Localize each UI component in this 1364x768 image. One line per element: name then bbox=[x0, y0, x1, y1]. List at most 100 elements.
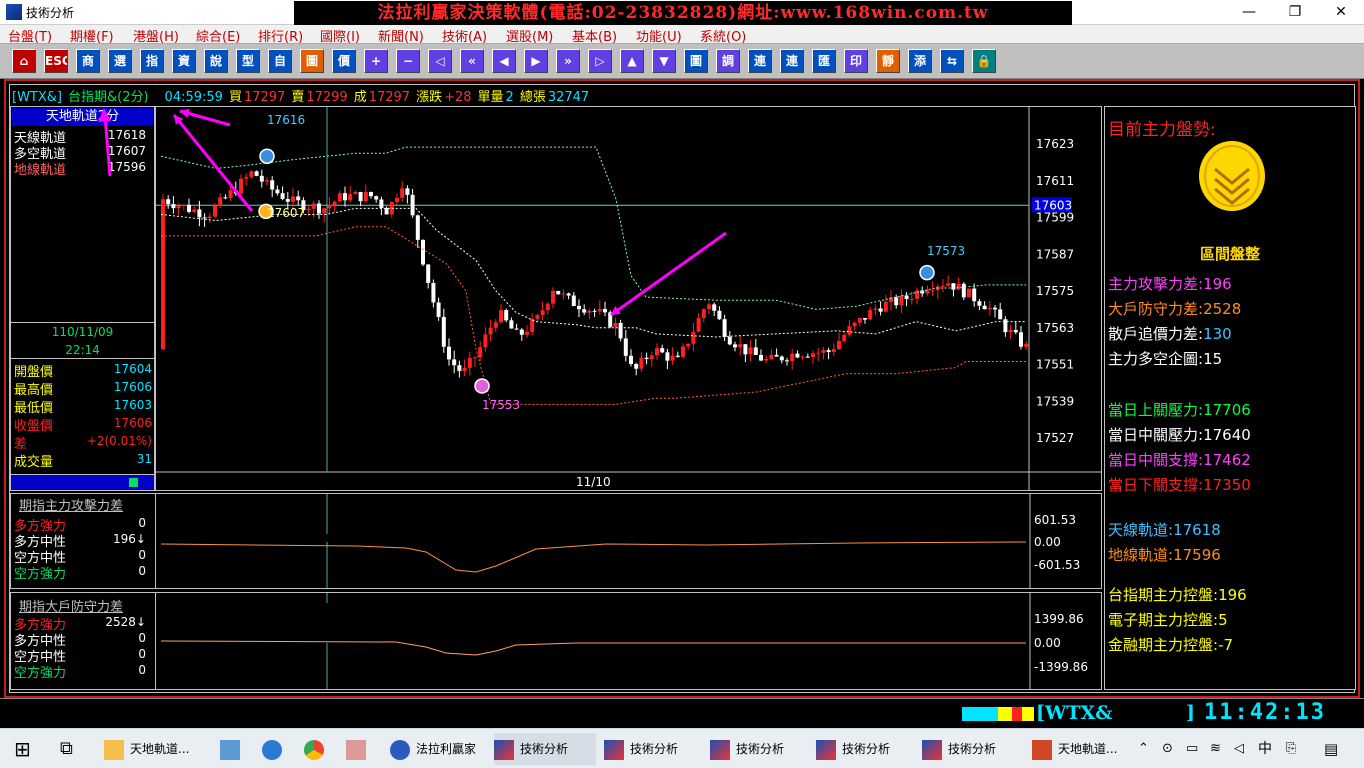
toolbar-button[interactable]: ▶ bbox=[524, 49, 548, 73]
taskbar-app-tech[interactable]: 技術分析 bbox=[604, 733, 704, 765]
taskbar-app-ppt[interactable]: 天地軌道... bbox=[1032, 733, 1132, 765]
taskbar-icon[interactable] bbox=[346, 733, 370, 765]
chevron-up-icon[interactable]: ⌃ bbox=[1138, 733, 1154, 765]
toolbar-button[interactable]: 匯 bbox=[812, 49, 836, 73]
ime-mode-icon[interactable]: ⎘ bbox=[1286, 733, 1304, 765]
toolbar-button[interactable]: ◀ bbox=[492, 49, 516, 73]
histogram-bar bbox=[637, 613, 640, 643]
taskbar-icon[interactable] bbox=[220, 733, 244, 765]
toolbar-button[interactable]: 添 bbox=[908, 49, 932, 73]
price-tick-label: 17527 bbox=[1036, 431, 1074, 445]
toolbar-button[interactable]: 靜 bbox=[876, 49, 900, 73]
menu-item[interactable]: 港盤(H) bbox=[133, 26, 179, 43]
minimize-button[interactable]: — bbox=[1226, 0, 1272, 24]
taskbar-app-tech[interactable]: 技術分析 bbox=[710, 733, 810, 765]
toolbar-button[interactable]: ▲ bbox=[620, 49, 644, 73]
histogram-bar bbox=[653, 611, 656, 643]
restore-button[interactable]: ❐ bbox=[1272, 0, 1318, 24]
toolbar-button[interactable]: 圖 bbox=[300, 49, 324, 73]
toolbar-button[interactable]: ▼ bbox=[652, 49, 676, 73]
menu-item[interactable]: 期權(F) bbox=[70, 26, 114, 43]
quote-label: 最高價 bbox=[14, 383, 54, 398]
histogram-bar bbox=[725, 542, 728, 573]
histogram-bar bbox=[769, 614, 772, 643]
battery-icon[interactable]: ▭ bbox=[1186, 733, 1202, 765]
histogram-bar bbox=[537, 542, 540, 574]
toolbar-button[interactable]: 🔒 bbox=[972, 49, 996, 73]
histogram-bar bbox=[793, 611, 796, 643]
histogram-bar bbox=[917, 613, 920, 643]
histogram-bar bbox=[657, 613, 660, 643]
menu-item[interactable]: 技術(A) bbox=[442, 26, 487, 43]
close-button[interactable]: ✕ bbox=[1318, 0, 1364, 24]
ad-banner: 法拉利贏家決策軟體(電話:02-23832828)網址:www.168win.c… bbox=[294, 1, 1072, 25]
taskbar-app-ferrari[interactable]: 法拉利贏家 bbox=[390, 733, 490, 765]
toolbar-button[interactable]: ▷ bbox=[588, 49, 612, 73]
toolbar-button[interactable]: 價 bbox=[332, 49, 356, 73]
histogram-bar bbox=[261, 603, 264, 643]
network-icon[interactable]: ⊙ bbox=[1162, 733, 1178, 765]
toolbar-button[interactable]: ESC bbox=[44, 49, 68, 73]
taskbar-icon[interactable] bbox=[262, 733, 286, 765]
taskbar-app-folder[interactable]: 天地軌道... bbox=[104, 733, 214, 765]
taskbar-app-tech[interactable]: 技術分析 bbox=[816, 733, 916, 765]
toolbar-button[interactable]: 選 bbox=[108, 49, 132, 73]
candle-body bbox=[296, 196, 301, 201]
histogram-bar bbox=[337, 534, 340, 542]
total-value: 32747 bbox=[547, 90, 590, 105]
toolbar-button[interactable]: + bbox=[364, 49, 388, 73]
menu-item[interactable]: 台盤(T) bbox=[8, 26, 52, 43]
toolbar-button[interactable]: 連 bbox=[748, 49, 772, 73]
coin-label: 區間盤整 bbox=[1199, 245, 1260, 263]
menu-item[interactable]: 排行(R) bbox=[258, 26, 303, 43]
toolbar-button[interactable]: 印 bbox=[844, 49, 868, 73]
histogram-bar bbox=[725, 612, 728, 643]
menu-item[interactable]: 新聞(N) bbox=[378, 26, 424, 43]
toolbar-button[interactable]: − bbox=[396, 49, 420, 73]
taskbar-app-tech[interactable]: 技術分析 bbox=[494, 733, 596, 765]
taskbar-icon[interactable] bbox=[304, 733, 328, 765]
task-view-icon[interactable]: ⧉ bbox=[60, 733, 84, 765]
menu-item[interactable]: 系統(O) bbox=[700, 26, 746, 43]
volume-icon[interactable]: ◁ bbox=[1234, 733, 1250, 765]
windows-start-icon[interactable]: ⊞ bbox=[14, 733, 38, 765]
toolbar-button[interactable]: 說 bbox=[204, 49, 228, 73]
taskbar-app-tech[interactable]: 技術分析 bbox=[922, 733, 1022, 765]
toolbar-button[interactable]: ⇆ bbox=[940, 49, 964, 73]
menu-item[interactable]: 功能(U) bbox=[636, 26, 682, 43]
toolbar-button[interactable]: 指 bbox=[140, 49, 164, 73]
histogram-bar bbox=[677, 613, 680, 643]
histogram-bar bbox=[885, 612, 888, 643]
toolbar-button[interactable]: 調 bbox=[716, 49, 740, 73]
menu-item[interactable]: 選股(M) bbox=[506, 26, 553, 43]
menu-item[interactable]: 綜合(E) bbox=[196, 26, 240, 43]
toolbar-button[interactable]: 連 bbox=[780, 49, 804, 73]
toolbar-button[interactable]: 商 bbox=[76, 49, 100, 73]
sell-price: 17299 bbox=[306, 90, 348, 105]
candle-body bbox=[306, 208, 311, 211]
toolbar-button[interactable]: « bbox=[460, 49, 484, 73]
ime-language[interactable]: 中 bbox=[1258, 733, 1276, 765]
histogram-bar bbox=[949, 614, 952, 643]
histogram-bar bbox=[965, 542, 968, 573]
quote-value: 17606 bbox=[113, 380, 152, 394]
wifi-icon[interactable]: ≋ bbox=[1210, 733, 1226, 765]
candle-body bbox=[400, 188, 405, 198]
toolbar-button[interactable]: 資 bbox=[172, 49, 196, 73]
candlestick-chart[interactable]: 17623 17611 17599 17587 17575 17563 17551 17539… bbox=[156, 107, 1101, 490]
toolbar-button[interactable]: 型 bbox=[236, 49, 260, 73]
metric-value: 130 bbox=[1203, 325, 1232, 343]
toolbar-button[interactable]: 自 bbox=[268, 49, 292, 73]
notification-icon[interactable]: ▤ bbox=[1324, 733, 1346, 765]
histogram-bar bbox=[1017, 613, 1020, 643]
menu-item[interactable]: 國際(I) bbox=[320, 26, 360, 43]
toolbar-button[interactable]: ⌂ bbox=[12, 49, 36, 73]
toolbar-button[interactable]: » bbox=[556, 49, 580, 73]
toolbar-button[interactable]: 圖 bbox=[684, 49, 708, 73]
toolbar-button[interactable]: ◁ bbox=[428, 49, 452, 73]
histogram-bar bbox=[193, 534, 196, 542]
histogram-bar bbox=[705, 612, 708, 643]
candle-body bbox=[779, 356, 784, 361]
menu-item[interactable]: 基本(B) bbox=[572, 26, 617, 43]
histogram-bar bbox=[593, 542, 596, 570]
